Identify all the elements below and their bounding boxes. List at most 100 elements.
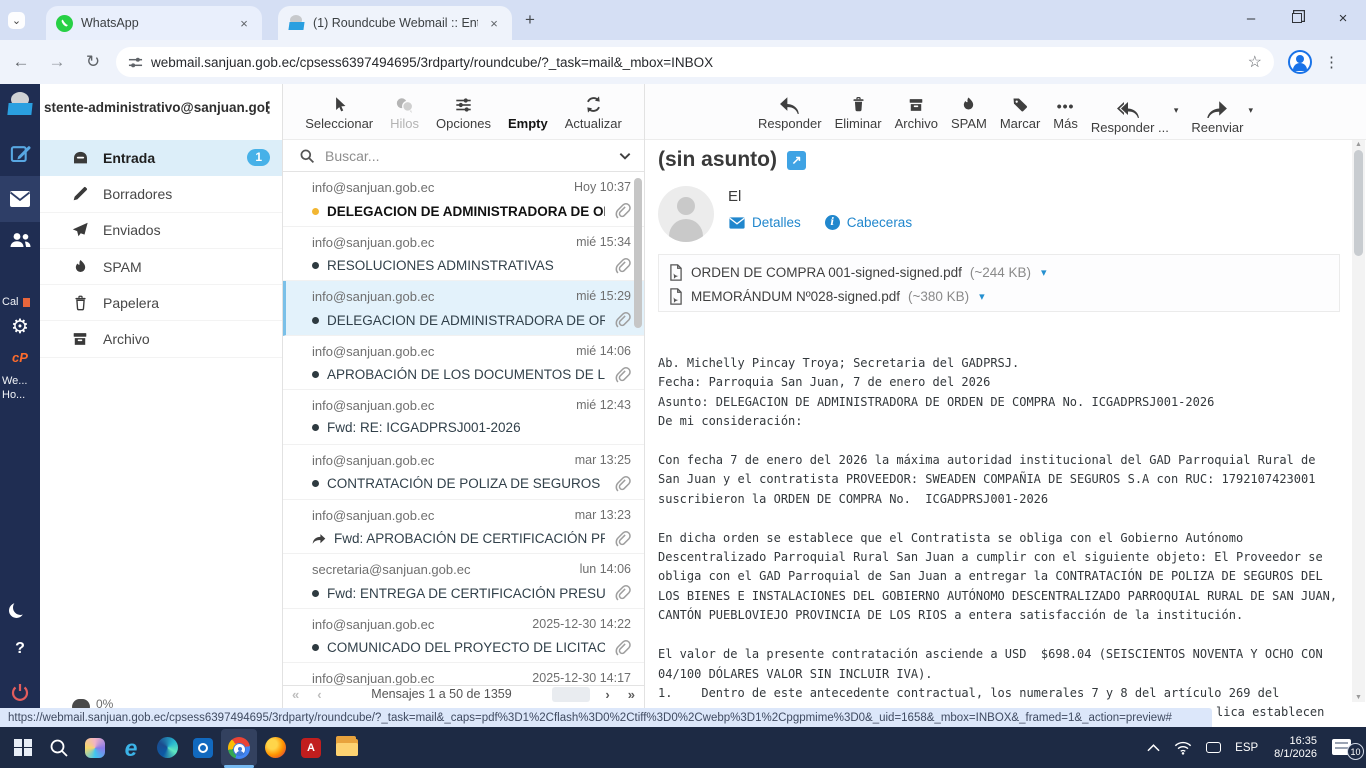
url-text[interactable]: webmail.sanjuan.gob.ec/cpsess6397494695/… (151, 55, 1248, 70)
tab-roundcube[interactable]: (1) Roundcube Webmail :: Entra × (278, 6, 512, 40)
contacts-nav-button[interactable] (0, 230, 40, 250)
site-settings-icon[interactable] (128, 55, 143, 70)
empty-button[interactable]: Empty (508, 93, 548, 139)
folder-archive[interactable]: Archivo (40, 321, 282, 358)
message-row[interactable]: info@sanjuan.gob.ec Hoy 10:37 DELEGACION … (283, 172, 644, 227)
language-indicator[interactable]: ESP (1228, 727, 1265, 768)
attachment-menu-caret-icon[interactable]: ▾ (979, 290, 985, 303)
notification-center-button[interactable]: 10 (1326, 727, 1366, 768)
browser-profile-avatar[interactable] (1288, 50, 1312, 74)
details-link[interactable]: Detalles (729, 215, 801, 230)
viewer-scrollbar-thumb[interactable] (1354, 150, 1363, 256)
new-tab-button[interactable]: + (520, 10, 540, 30)
mail-nav-button[interactable] (0, 176, 40, 222)
next-page-button[interactable]: › (596, 687, 618, 702)
taskbar-chrome-button[interactable] (221, 727, 257, 768)
reply-button[interactable]: Responder (758, 93, 822, 139)
tray-wifi-button[interactable] (1167, 727, 1199, 768)
compose-button[interactable] (0, 142, 40, 165)
address-bar[interactable]: webmail.sanjuan.gob.ec/cpsess6397494695/… (116, 47, 1274, 77)
browser-menu-icon[interactable]: ⋮ (1324, 53, 1340, 71)
attachment-item[interactable]: ORDEN DE COMPRA 001-signed-signed.pdf (~… (669, 260, 1329, 284)
taskbar-explorer-button[interactable] (329, 727, 365, 768)
forward-button[interactable]: Reenviar (1191, 97, 1243, 135)
last-page-button[interactable]: » (619, 687, 644, 702)
tray-clock[interactable]: 16:35 8/1/2026 (1265, 735, 1326, 761)
message-row[interactable]: info@sanjuan.gob.ec mié 12:43 Fwd: RE: IC… (283, 390, 644, 445)
webmail-home-link[interactable]: We... (0, 374, 40, 388)
delete-button[interactable]: Eliminar (835, 93, 882, 139)
folder-drafts[interactable]: Borradores (40, 176, 282, 213)
forward-button[interactable]: → (42, 47, 72, 77)
folder-spam[interactable]: SPAM (40, 249, 282, 286)
message-row[interactable]: info@sanjuan.gob.ec mié 14:06 APROBACIÓN … (283, 336, 644, 391)
back-button[interactable]: ← (6, 47, 36, 77)
scroll-up-icon[interactable]: ▲ (1355, 141, 1362, 148)
folder-sent[interactable]: Enviados (40, 213, 282, 249)
message-row[interactable]: info@sanjuan.gob.ec 2025-12-30 14:22 COMU… (283, 609, 644, 664)
prev-page-button[interactable]: ‹ (308, 687, 330, 702)
tab-search-button[interactable]: ⌄ (8, 12, 25, 29)
webmail-home-link-2[interactable]: Ho... (0, 388, 40, 402)
options-button[interactable]: Opciones (436, 93, 491, 139)
attachment-name[interactable]: MEMORÁNDUM Nº028-signed.pdf (691, 289, 900, 304)
tab-whatsapp[interactable]: WhatsApp × (46, 6, 262, 40)
taskbar-copilot-button[interactable] (77, 727, 113, 768)
help-button[interactable]: ? (0, 640, 40, 658)
list-scrollbar-thumb[interactable] (634, 178, 642, 328)
headers-link[interactable]: i Cabeceras (824, 215, 912, 230)
taskbar-search-button[interactable] (41, 727, 77, 768)
close-tab-icon[interactable]: × (236, 15, 252, 31)
help-icon: ? (15, 640, 25, 657)
taskbar-ie-button[interactable]: e (113, 727, 149, 768)
bookmark-star-icon[interactable]: ☆ (1248, 52, 1262, 72)
reply-all-caret-icon[interactable]: ▾ (1174, 105, 1179, 116)
reload-button[interactable]: ↻ (78, 47, 108, 77)
taskbar-acrobat-button[interactable]: A (293, 727, 329, 768)
select-button[interactable]: Seleccionar (305, 93, 373, 139)
attachment-name[interactable]: ORDEN DE COMPRA 001-signed-signed.pdf (691, 265, 962, 280)
start-button[interactable] (5, 727, 41, 768)
viewer-scrollbar[interactable]: ▲ ▼ (1352, 140, 1365, 702)
account-menu-icon[interactable]: ⋮ (261, 98, 276, 116)
message-row[interactable]: info@sanjuan.gob.ec mié 15:34 RESOLUCIONE… (283, 227, 644, 282)
first-page-button[interactable]: « (283, 687, 308, 702)
close-tab-icon[interactable]: × (486, 15, 502, 31)
account-header[interactable]: stente-administrativo@sanjuan.gob.ec ⋮ (40, 84, 282, 130)
cpanel-link[interactable]: cP (0, 350, 40, 365)
logout-button[interactable] (0, 682, 40, 702)
search-input[interactable] (323, 146, 618, 165)
refresh-button[interactable]: Actualizar (565, 93, 622, 139)
calendar-nav-button[interactable]: Cal (0, 294, 40, 310)
spam-button[interactable]: SPAM (951, 93, 987, 139)
tray-display-button[interactable] (1199, 727, 1228, 768)
message-row[interactable]: info@sanjuan.gob.ec mar 13:25 CONTRATACIÓ… (283, 445, 644, 500)
attachment-item[interactable]: MEMORÁNDUM Nº028-signed.pdf (~380 KB) ▾ (669, 284, 1329, 308)
scroll-down-icon[interactable]: ▼ (1355, 694, 1362, 701)
threads-button[interactable]: Hilos (390, 93, 419, 139)
message-row[interactable]: secretaria@sanjuan.gob.ec lun 14:06 Fwd: … (283, 554, 644, 609)
search-options-chevron-icon[interactable] (618, 149, 632, 163)
open-in-new-window-icon[interactable]: ↗ (787, 150, 806, 170)
forward-caret-icon[interactable]: ▾ (1248, 105, 1253, 116)
taskbar-edge-button[interactable] (149, 727, 185, 768)
close-window-button[interactable]: × (1320, 1, 1366, 35)
restore-button[interactable] (1274, 1, 1320, 35)
folder-inbox[interactable]: Entrada 1 (40, 140, 282, 177)
taskbar-firefox-button[interactable] (257, 727, 293, 768)
settings-nav-button[interactable]: ⚙ (0, 314, 40, 339)
dark-mode-button[interactable] (0, 600, 40, 615)
reply-all-button[interactable]: Responder ... (1091, 97, 1169, 135)
message-row[interactable]: info@sanjuan.gob.ec mar 13:23 Fwd: APROBA… (283, 500, 644, 555)
message-row[interactable]: info@sanjuan.gob.ec 2025-12-30 14:17 (283, 663, 644, 685)
tray-expand-button[interactable] (1140, 727, 1167, 768)
archive-button[interactable]: Archivo (895, 93, 938, 139)
minimize-button[interactable]: – (1228, 1, 1274, 35)
more-button[interactable]: ••• Más (1053, 93, 1078, 139)
page-input[interactable] (552, 686, 591, 702)
folder-trash[interactable]: Papelera (40, 285, 282, 322)
taskbar-outlook-button[interactable] (185, 727, 221, 768)
attachment-menu-caret-icon[interactable]: ▾ (1041, 266, 1047, 279)
message-row-selected[interactable]: info@sanjuan.gob.ec mié 15:29 DELEGACION … (283, 281, 644, 336)
mark-button[interactable]: Marcar (1000, 93, 1040, 139)
